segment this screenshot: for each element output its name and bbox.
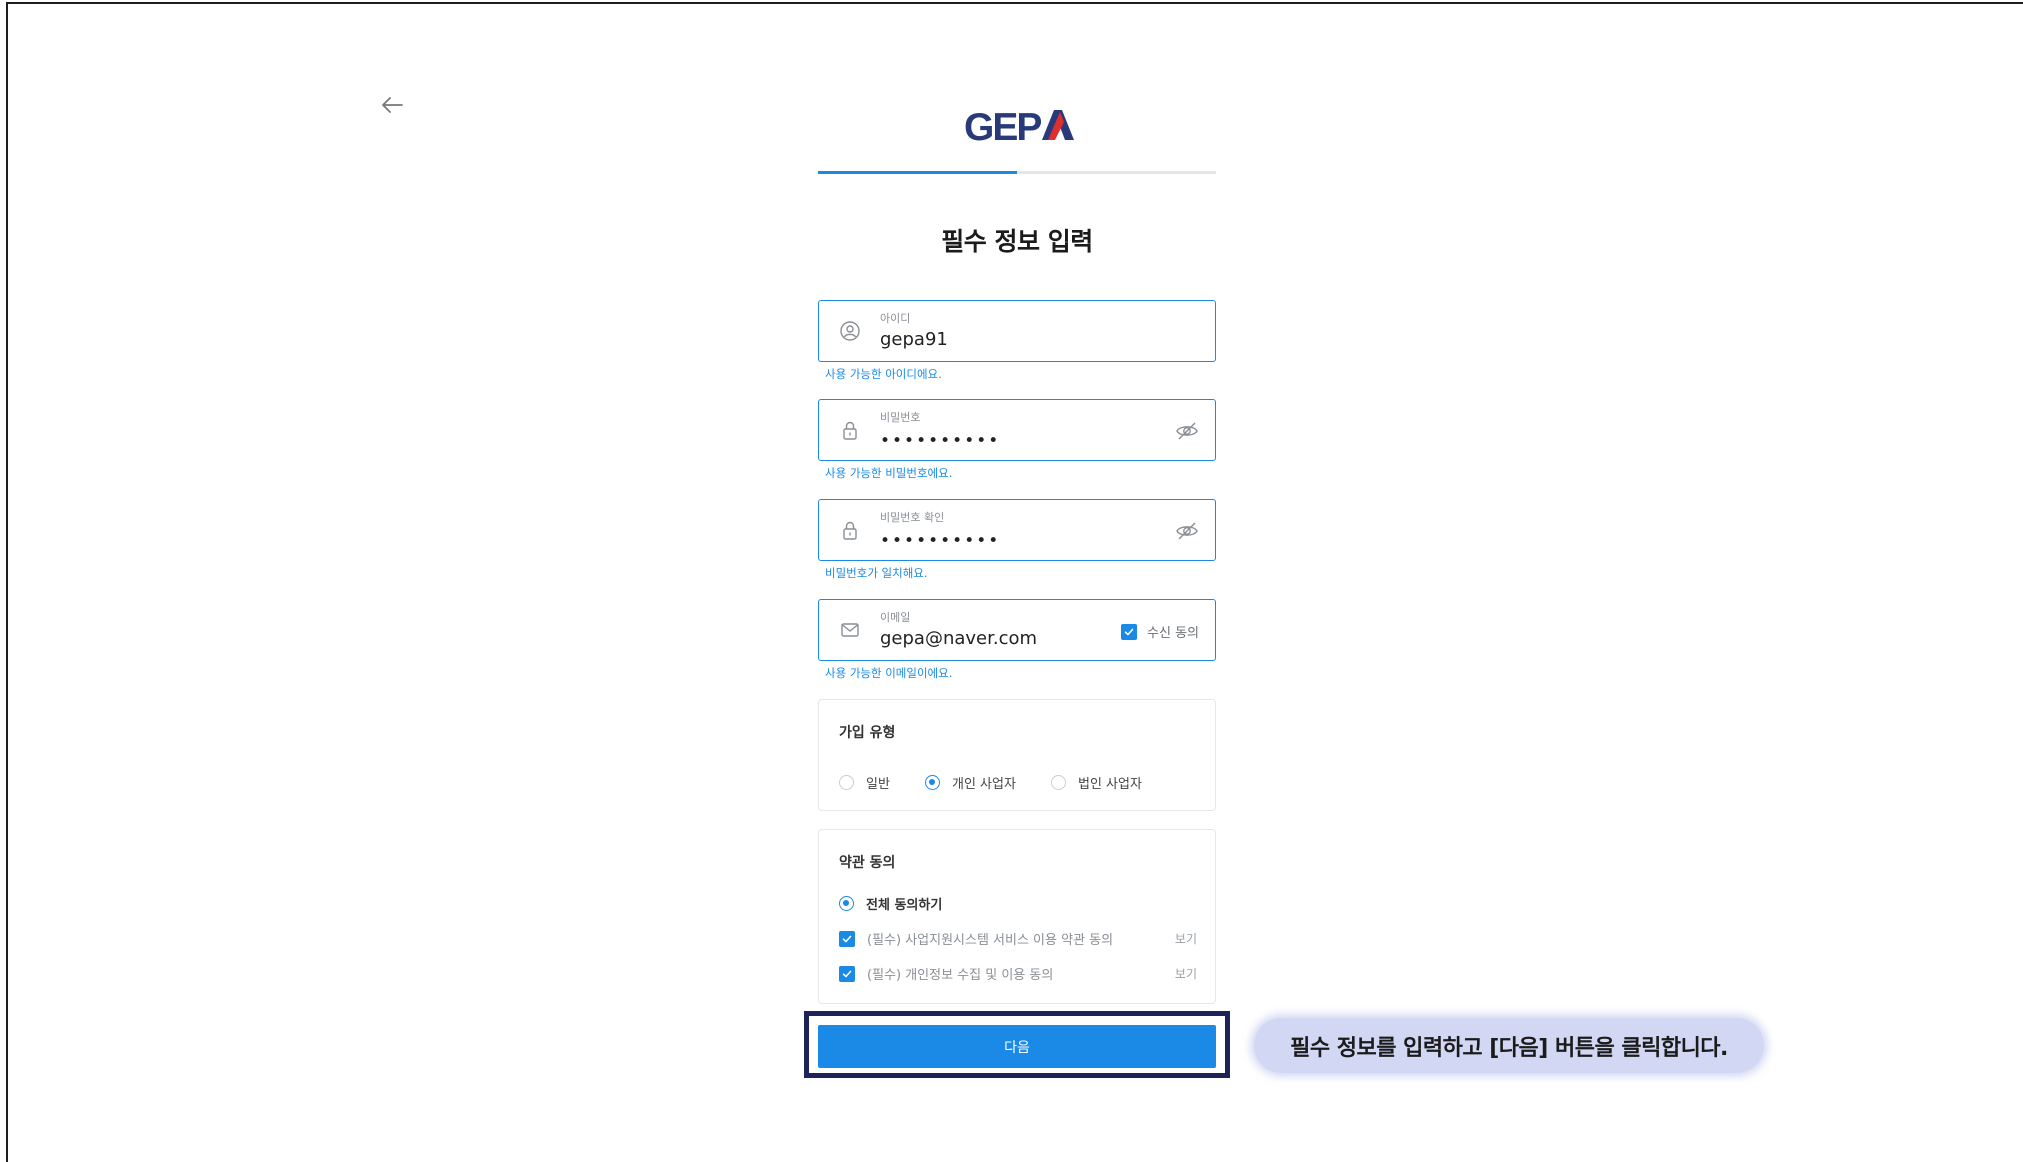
view-terms-link[interactable]: 보기 [1175,930,1197,947]
userid-helper: 사용 가능한 아이디에요. [825,367,942,381]
all-agree-option[interactable]: 전체 동의하기 [839,894,1197,913]
terms-item-privacy[interactable]: (필수) 개인정보 수집 및 이용 동의 보기 [839,964,1197,983]
terms-title: 약관 동의 [839,855,896,871]
radio-button[interactable] [839,896,854,911]
svg-text:GEP: GEP [964,106,1041,148]
userid-input[interactable]: gepa91 [880,329,948,350]
next-button[interactable]: 다음 [818,1025,1216,1068]
signup-type-title: 가입 유형 [839,725,896,741]
terms-item-label: (필수) 개인정보 수집 및 이용 동의 [867,968,1054,983]
signup-progress-bar [818,171,1216,174]
all-agree-label: 전체 동의하기 [866,898,943,913]
password-confirm-helper: 비밀번호가 일치해요. [825,566,928,580]
radio-label: 법인 사업자 [1078,777,1142,792]
email-input[interactable]: gepa@naver.com [880,628,1037,649]
password-field[interactable]: 비밀번호 •••••••••• [818,399,1216,461]
email-field[interactable]: 이메일 gepa@naver.com 수신 동의 [818,599,1216,661]
radio-label: 개인 사업자 [952,777,1016,792]
lock-icon [843,521,857,540]
back-button[interactable] [377,90,407,120]
mail-icon [841,623,859,637]
user-circle-icon [840,321,860,341]
lock-icon [843,421,857,440]
radio-button[interactable] [839,775,854,790]
userid-label: 아이디 [880,312,911,325]
checkbox-checked[interactable] [839,930,855,947]
view-terms-link[interactable]: 보기 [1175,965,1197,982]
page-title: 필수 정보 입력 [941,227,1093,256]
password-confirm-input[interactable]: •••••••••• [880,531,1000,551]
email-label: 이메일 [880,611,911,624]
radio-label: 일반 [866,777,890,792]
password-confirm-field[interactable]: 비밀번호 확인 •••••••••• [818,499,1216,561]
check-icon [1124,628,1134,635]
email-helper: 사용 가능한 이메일이에요. [825,666,953,680]
signup-type-card: 가입 유형 일반 개인 사업자 법인 사업자 [818,699,1216,811]
signup-type-option-general[interactable]: 일반 [839,773,890,792]
radio-button[interactable] [1051,775,1066,790]
userid-field[interactable]: 아이디 gepa91 [818,300,1216,362]
radio-button[interactable] [925,775,940,790]
eye-off-icon[interactable] [1175,519,1199,543]
terms-card: 약관 동의 전체 동의하기 (필수) 사업지원시스템 서비스 이용 약관 동의 … [818,829,1216,1004]
checkbox-checked[interactable] [1121,623,1138,640]
password-input[interactable]: •••••••••• [880,431,1000,451]
gepa-logo: GEP [964,104,1074,149]
terms-item-label: (필수) 사업지원시스템 서비스 이용 약관 동의 [867,933,1114,948]
checkbox-checked[interactable] [839,965,855,982]
password-helper: 사용 가능한 비밀번호에요. [825,466,953,480]
progress-fill [818,171,1017,174]
signup-type-option-corporate[interactable]: 법인 사업자 [1051,773,1142,792]
arrow-left-icon [382,97,403,113]
instruction-tooltip: 필수 정보를 입력하고 [다음] 버튼을 클릭합니다. [1254,1018,1764,1073]
password-confirm-label: 비밀번호 확인 [880,511,945,524]
signup-type-option-individual[interactable]: 개인 사업자 [925,773,1016,792]
terms-item-service[interactable]: (필수) 사업지원시스템 서비스 이용 약관 동의 보기 [839,929,1197,948]
password-label: 비밀번호 [880,411,921,424]
email-consent-checkbox[interactable]: 수신 동의 [1121,622,1199,641]
check-icon [842,970,852,977]
email-consent-label: 수신 동의 [1147,626,1199,641]
eye-off-icon[interactable] [1175,419,1199,443]
check-icon [842,935,852,942]
